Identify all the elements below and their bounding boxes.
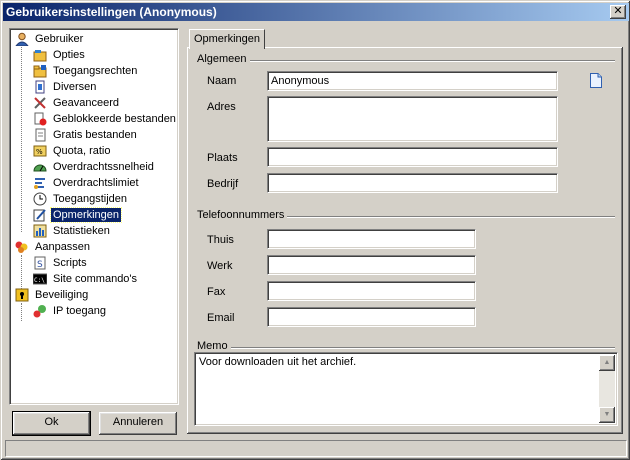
blocked-file-icon	[32, 111, 48, 127]
tree-item-beveiliging[interactable]: Beveiliging	[14, 287, 90, 303]
memo-scrollbar[interactable]: ▲ ▼	[599, 355, 615, 423]
tree-item-aanpassen[interactable]: Aanpassen	[14, 239, 92, 255]
misc-icon	[32, 79, 48, 95]
scroll-down-icon[interactable]: ▼	[599, 407, 615, 423]
address-label: Adres	[207, 101, 236, 113]
address-field[interactable]	[267, 96, 558, 142]
city-field[interactable]	[267, 147, 558, 167]
tree-item-gebruiker[interactable]: Gebruiker	[14, 31, 85, 47]
speed-icon	[32, 159, 48, 175]
script-icon: S	[32, 255, 48, 271]
tree-item-geblokkeerde-bestanden[interactable]: Geblokkeerde bestanden	[32, 111, 178, 127]
security-icon	[14, 287, 30, 303]
tree-item-overdrachtslimiet[interactable]: Overdrachtslimiet	[32, 175, 141, 191]
status-bar	[5, 440, 627, 457]
tree-connector	[21, 303, 22, 321]
folder-access-icon	[32, 63, 48, 79]
svg-text:%: %	[36, 148, 43, 156]
svg-text:C:\: C:\	[34, 277, 45, 284]
tree-item-gratis-bestanden[interactable]: Gratis bestanden	[32, 127, 139, 143]
fax-field[interactable]	[267, 281, 476, 301]
email-label: Email	[207, 312, 235, 324]
work-phone-field[interactable]	[267, 255, 476, 275]
city-label: Plaats	[207, 152, 238, 164]
memo-text: Voor downloaden uit het archief.	[199, 356, 357, 368]
notes-icon	[32, 207, 48, 223]
svg-text:S: S	[37, 260, 43, 270]
ip-access-icon	[32, 303, 48, 319]
group-title-memo: Memo	[197, 340, 231, 352]
limit-icon	[32, 175, 48, 191]
tree-item-opties[interactable]: Opties	[32, 47, 87, 63]
quota-icon: %	[32, 143, 48, 159]
scroll-up-icon[interactable]: ▲	[599, 355, 615, 371]
tree-item-toegangstijden[interactable]: Toegangstijden	[32, 191, 129, 207]
tree-item-quota-ratio[interactable]: % Quota, ratio	[32, 143, 112, 159]
window-title: Gebruikersinstellingen (Anonymous)	[6, 5, 217, 19]
free-file-icon	[32, 127, 48, 143]
tree-item-overdrachtssnelheid[interactable]: Overdrachtssnelheid	[32, 159, 156, 175]
company-label: Bedrijf	[207, 178, 239, 190]
name-label: Naam	[207, 75, 237, 87]
tree-item-opmerkingen[interactable]: Opmerkingen	[32, 207, 123, 223]
cancel-button[interactable]: Annuleren	[99, 412, 177, 435]
stats-icon	[32, 223, 48, 239]
tree-item-ip-toegang[interactable]: IP toegang	[32, 303, 108, 319]
memo-textarea[interactable]: Voor downloaden uit het archief. ▲ ▼	[194, 352, 618, 426]
tree-item-statistieken[interactable]: Statistieken	[32, 223, 112, 239]
ok-button[interactable]: Ok	[12, 411, 91, 436]
title-bar: Gebruikersinstellingen (Anonymous) ✕	[3, 3, 629, 21]
tree-connector	[21, 255, 22, 289]
name-field[interactable]: Anonymous	[267, 71, 558, 91]
user-icon	[14, 31, 30, 47]
close-icon: ✕	[613, 5, 623, 17]
clock-icon	[32, 191, 48, 207]
console-icon: C:\	[32, 271, 48, 287]
tree-item-scripts[interactable]: S Scripts	[32, 255, 89, 271]
home-phone-field[interactable]	[267, 229, 476, 249]
group-title-telefoonnummers: Telefoonnummers	[197, 209, 288, 221]
customize-icon	[14, 239, 30, 255]
tree-connector	[21, 47, 22, 232]
tab-opmerkingen[interactable]: Opmerkingen	[189, 29, 265, 49]
settings-tree[interactable]: Gebruiker Opties Toegangsrechten Diverse…	[9, 28, 179, 405]
close-button[interactable]: ✕	[610, 5, 626, 19]
tree-item-diversen[interactable]: Diversen	[32, 79, 98, 95]
work-phone-label: Werk	[207, 260, 233, 272]
fax-label: Fax	[207, 286, 226, 298]
tree-item-site-commandos[interactable]: C:\ Site commando's	[32, 271, 139, 287]
document-icon[interactable]	[590, 73, 602, 91]
group-title-algemeen: Algemeen	[197, 53, 250, 65]
group-divider	[197, 347, 615, 349]
tree-item-toegangsrechten[interactable]: Toegangsrechten	[32, 63, 139, 79]
email-field[interactable]	[267, 307, 476, 327]
tree-item-geavanceerd[interactable]: Geavanceerd	[32, 95, 121, 111]
options-icon	[32, 47, 48, 63]
settings-window: Gebruikersinstellingen (Anonymous) ✕ Geb…	[0, 0, 630, 460]
home-phone-label: Thuis	[207, 234, 234, 246]
company-field[interactable]	[267, 173, 558, 193]
group-divider	[197, 60, 615, 62]
tools-icon	[32, 95, 48, 111]
